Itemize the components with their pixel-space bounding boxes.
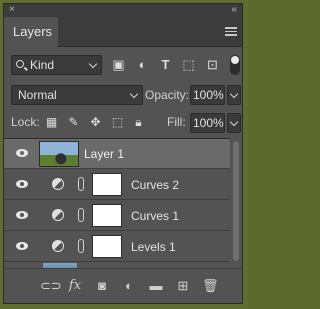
adjustment-layer-icon — [52, 209, 64, 221]
layer-mask-thumbnail[interactable] — [92, 204, 122, 227]
panel-menu-icon[interactable] — [225, 27, 237, 36]
new-adjustment-icon[interactable]: ◐ — [121, 278, 137, 294]
layer-list: Layer 1 Curves 2 Curves 1 Levels 1 — [4, 138, 230, 268]
link-layers-icon[interactable]: ⊂⊃ — [40, 278, 62, 294]
add-mask-icon[interactable]: ◙ — [94, 278, 110, 294]
fill-input[interactable]: 100% — [190, 113, 225, 133]
fill-dropdown-button[interactable] — [227, 113, 241, 133]
visibility-eye-icon[interactable] — [16, 149, 28, 157]
filter-toggle-switch[interactable] — [230, 55, 240, 75]
collapse-panel-button[interactable]: « — [231, 4, 237, 16]
shape-filter-icon[interactable]: ⬚ — [181, 58, 196, 72]
layer-list-scrollbar[interactable] — [233, 141, 239, 261]
blend-mode-value: Normal — [18, 88, 57, 102]
close-panel-button[interactable]: × — [9, 4, 15, 16]
adjustment-layer-icon — [52, 178, 64, 190]
type-filter-icon[interactable]: T — [158, 58, 173, 72]
filter-kind-select[interactable]: Kind — [11, 55, 102, 75]
layer-row[interactable]: Curves 1 — [4, 201, 230, 231]
layers-bottom-toolbar: ⊂⊃ fx ◙ ◐ ▬ ⊞ 🗑︎ — [4, 268, 242, 303]
layer-name: Levels 1 — [131, 240, 176, 254]
trash-icon[interactable]: 🗑︎ — [202, 278, 219, 294]
chevron-down-icon — [129, 89, 139, 99]
filter-kind-label: Kind — [30, 58, 55, 72]
panel-topbar: × « — [4, 4, 242, 17]
lock-artboard-icon[interactable]: ⬚ — [110, 115, 125, 129]
blend-mode-select[interactable]: Normal — [11, 85, 143, 105]
chevron-down-icon — [229, 117, 239, 127]
layer-mask-thumbnail[interactable] — [92, 235, 122, 258]
lock-transparency-icon[interactable]: ▦ — [44, 115, 59, 129]
visibility-eye-icon[interactable] — [16, 180, 28, 188]
fx-button[interactable]: fx — [67, 278, 83, 294]
layer-mask-thumbnail[interactable] — [92, 173, 122, 196]
visibility-eye-icon[interactable] — [16, 211, 28, 219]
mask-link-icon[interactable] — [78, 208, 84, 222]
adjustment-filter-icon[interactable]: ◐ — [135, 58, 150, 72]
layer-row[interactable]: Layer 1 — [4, 139, 230, 169]
opacity-dropdown-button[interactable] — [227, 85, 241, 105]
lock-image-icon[interactable]: ✎ — [66, 115, 81, 129]
new-group-folder-icon[interactable]: ▬ — [148, 278, 164, 294]
layer-name: Curves 2 — [131, 178, 180, 192]
opacity-input[interactable]: 100% — [190, 85, 225, 105]
panel-tab-row: Layers — [4, 17, 242, 47]
new-layer-icon[interactable]: ⊞ — [175, 278, 191, 294]
visibility-eye-icon[interactable] — [16, 242, 28, 250]
tab-layers[interactable]: Layers — [4, 17, 58, 47]
layer-row[interactable]: Curves 2 — [4, 170, 230, 200]
layer-name: Layer 1 — [84, 147, 125, 161]
lock-label: Lock: — [11, 115, 40, 129]
adjustment-layer-icon — [52, 240, 64, 252]
mask-link-icon[interactable] — [78, 239, 84, 253]
mask-link-icon[interactable] — [78, 177, 84, 191]
lock-all-icon[interactable]: 🔒︎ — [131, 115, 146, 129]
layer-row[interactable]: Levels 1 — [4, 232, 230, 262]
lock-position-icon[interactable]: ✥ — [88, 115, 103, 129]
layer-name: Curves 1 — [131, 209, 180, 223]
layers-panel: × « Layers Kind ▣ ◐ T ⬚ ⊡ Normal Opacity… — [3, 3, 243, 304]
layer-thumbnail — [39, 141, 79, 167]
chevron-down-icon — [229, 89, 239, 99]
search-icon — [16, 60, 24, 68]
opacity-label: Opacity: — [145, 88, 190, 102]
fill-label: Fill: — [167, 115, 186, 129]
chevron-down-icon — [88, 59, 98, 69]
image-filter-icon[interactable]: ▣ — [111, 58, 126, 72]
smartobject-filter-icon[interactable]: ⊡ — [205, 58, 220, 72]
